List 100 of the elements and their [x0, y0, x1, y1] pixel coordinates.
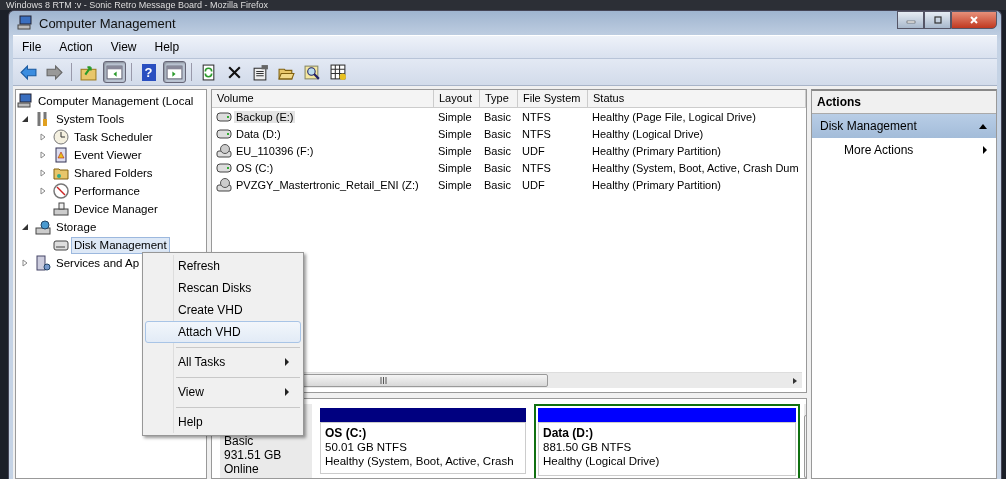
- table-cell: Basic: [484, 127, 511, 140]
- table-cell: Healthy (Page File, Logical Drive): [592, 110, 756, 123]
- properties-icon: [252, 63, 269, 81]
- maximize-button[interactable]: [924, 11, 951, 29]
- partition-size: 50.01 GB NTFS: [325, 440, 408, 454]
- table-cell: Basic: [484, 110, 511, 123]
- drive-icon: [53, 237, 69, 253]
- table-cell: UDF: [522, 144, 545, 157]
- context-menu-item[interactable]: Create VHD: [145, 299, 301, 321]
- menu-item[interactable]: Help: [145, 40, 189, 54]
- up-icon: [80, 63, 97, 81]
- partition-name: Data (D:): [543, 426, 594, 440]
- maximize-icon: [931, 16, 944, 24]
- context-menu-item[interactable]: All Tasks: [145, 343, 301, 373]
- pane-icon: [166, 63, 183, 81]
- close-button[interactable]: [951, 11, 997, 29]
- expanded-arrow-icon[interactable]: [21, 223, 29, 231]
- table-cell: Healthy (Primary Partition): [592, 144, 721, 157]
- disc-drive-icon: [216, 142, 232, 159]
- table-cell: Simple: [438, 110, 472, 123]
- column-header[interactable]: Volume: [212, 90, 434, 107]
- forward-icon: [46, 63, 63, 81]
- volume-name[interactable]: EU_110396 (F:): [234, 144, 316, 157]
- background-window-title: Windows 8 RTM :v - Sonic Retro Message Board - Mozilla Firefox: [6, 0, 268, 10]
- disk-info-text: Basic: [224, 434, 255, 448]
- tree-item[interactable]: Performance: [71, 182, 143, 200]
- services-icon: [35, 255, 51, 271]
- volume-name[interactable]: OS (C:): [234, 161, 276, 174]
- context-menu-item[interactable]: Help: [145, 403, 301, 433]
- tree-item[interactable]: Computer Management (Local: [35, 92, 197, 110]
- table-cell: Healthy (System, Boot, Active, Crash Dum: [592, 161, 799, 174]
- collapsed-arrow-icon[interactable]: [21, 259, 29, 267]
- back-icon: [20, 63, 37, 81]
- find-icon: [304, 63, 321, 81]
- partition-size: 881.50 GB NTFS: [543, 440, 633, 454]
- tree-icon: [106, 63, 123, 81]
- folder-icon: [53, 165, 69, 181]
- context-menu-item[interactable]: Refresh: [145, 255, 301, 277]
- volume-name[interactable]: PVZGY_Mastertronic_Retail_ENI (Z:): [234, 178, 421, 191]
- column-header[interactable]: Status: [588, 90, 806, 107]
- column-header[interactable]: Type: [480, 90, 518, 107]
- disc-drive-icon: [216, 176, 232, 193]
- table-cell: UDF: [522, 178, 545, 191]
- volume-name[interactable]: Backup (E:): [234, 110, 296, 123]
- disk-info-text: Online: [224, 462, 260, 476]
- grid-icon: [330, 63, 347, 81]
- table-cell: Simple: [438, 161, 472, 174]
- tree-item[interactable]: Disk Management: [71, 236, 170, 254]
- tree-item[interactable]: Storage: [53, 218, 100, 236]
- collapse-arrow-icon: [978, 123, 988, 129]
- column-header[interactable]: Layout: [434, 90, 480, 107]
- menu-item[interactable]: View: [101, 40, 146, 54]
- actions-section-header[interactable]: Disk Management: [812, 114, 996, 138]
- gauge-icon: [53, 183, 69, 199]
- context-menu-item[interactable]: Rescan Disks: [145, 277, 301, 299]
- table-cell: NTFS: [522, 110, 551, 123]
- refresh-icon: [200, 63, 217, 81]
- pane-button[interactable]: [163, 61, 186, 83]
- collapsed-arrow-icon[interactable]: [39, 151, 47, 159]
- collapsed-arrow-icon[interactable]: [39, 133, 47, 141]
- table-cell: Simple: [438, 178, 472, 191]
- minimize-button[interactable]: [897, 11, 924, 29]
- context-menu-item[interactable]: Attach VHD: [145, 321, 301, 343]
- partition-status: Healthy (Logical Drive): [543, 454, 661, 468]
- computer-icon: [17, 93, 33, 109]
- tree-item[interactable]: Task Scheduler: [71, 128, 156, 146]
- partition-status: Healthy (System, Boot, Active, Crash: [325, 454, 515, 468]
- expanded-arrow-icon[interactable]: [21, 115, 29, 123]
- window-title: Computer Management: [39, 15, 176, 31]
- scroll-right-arrow-icon[interactable]: [792, 376, 798, 385]
- context-menu-item[interactable]: View: [145, 373, 301, 403]
- storage-icon: [35, 219, 51, 235]
- table-cell: Healthy (Logical Drive): [592, 127, 704, 140]
- tree-item[interactable]: Device Manager: [71, 200, 161, 218]
- tree-item[interactable]: Event Viewer: [71, 146, 145, 164]
- tree-item[interactable]: Shared Folders: [71, 164, 156, 182]
- table-cell: Simple: [438, 144, 472, 157]
- table-cell: Basic: [484, 178, 511, 191]
- tree-item[interactable]: Services and Ap: [53, 254, 143, 272]
- partition-name: OS (C:): [325, 426, 368, 440]
- tree-button[interactable]: [103, 61, 126, 83]
- more-actions-link[interactable]: More Actions: [844, 143, 914, 157]
- table-cell: Basic: [484, 144, 511, 157]
- volume-name[interactable]: Data (D:): [234, 127, 283, 140]
- menu-item[interactable]: Action: [50, 40, 102, 54]
- clock-icon: [53, 129, 69, 145]
- table-cell: Basic: [484, 161, 511, 174]
- menu-item[interactable]: File: [13, 40, 51, 54]
- column-header[interactable]: File System: [518, 90, 588, 107]
- device-icon: [53, 201, 69, 217]
- log-icon: [53, 147, 69, 163]
- collapsed-arrow-icon[interactable]: [39, 187, 47, 195]
- computer-icon: [17, 15, 33, 31]
- partition-block[interactable]: Data (D:) 881.50 GB NTFS Healthy (Logical Drive): [534, 404, 800, 478]
- collapsed-arrow-icon[interactable]: [39, 169, 47, 177]
- tree-item[interactable]: System Tools: [53, 110, 128, 128]
- actions-heading: Actions: [812, 91, 996, 114]
- close-icon: [968, 16, 980, 24]
- table-cell: Simple: [438, 127, 472, 140]
- table-cell: NTFS: [522, 127, 551, 140]
